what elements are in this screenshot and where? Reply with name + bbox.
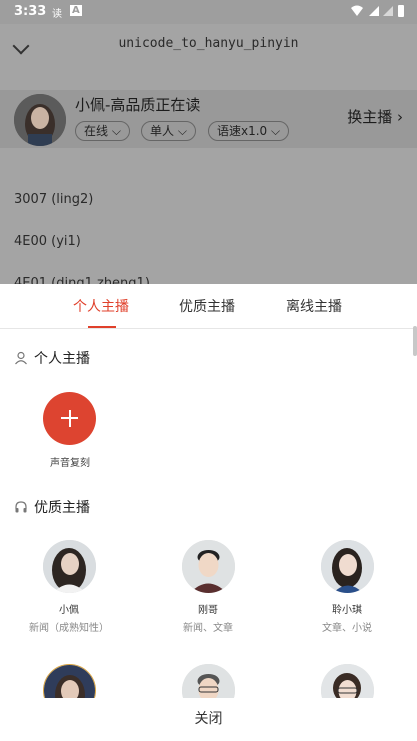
personal-section-label: 个人主播: [34, 351, 90, 367]
active-tab-indicator: [88, 326, 116, 328]
page-title: unicode_to_hanyu_pinyin: [118, 36, 299, 51]
wifi-signal-battery-icon: [351, 5, 404, 17]
status-icon-read: 读: [52, 9, 62, 20]
anchor-card[interactable]: 小佩 新闻（成熟知性）: [19, 540, 119, 634]
anchor-selection-sheet: 个人主播 优质主播 离线主播 个人主播 声音复刻 优质主播 小佩 新闻（成熟知性…: [0, 284, 417, 741]
close-button[interactable]: 关闭: [0, 698, 417, 741]
anchor-desc: 文章、小说: [322, 623, 372, 634]
status-bar: 3:33 读 A: [0, 0, 417, 24]
speed-chip[interactable]: 语速x1.0 ⌵: [208, 121, 290, 141]
quality-section-label: 优质主播: [34, 500, 90, 516]
status-icon-a: A: [70, 5, 82, 16]
anchor-name: 小佩: [59, 605, 79, 616]
personal-section-title: 个人主播: [14, 348, 90, 368]
avatar: [181, 540, 235, 593]
quality-section-title: 优质主播: [14, 497, 90, 517]
anchor-card[interactable]: 刚哥 新闻、文章: [158, 540, 258, 634]
anchor-desc: 新闻（成熟知性）: [29, 623, 109, 634]
current-voice-name: 小佩-高品质正在读: [75, 96, 201, 114]
voice-bar: 小佩-高品质正在读 在线 ⌵ 单人 ⌵ 语速x1.0 ⌵ 换主播 ›: [0, 90, 417, 148]
anchor-name: 聆小琪: [332, 605, 362, 616]
text-line: 3007 (ling2): [14, 192, 94, 207]
text-line: 4E01 (ding1,zheng1): [14, 276, 150, 284]
anchor-card[interactable]: 聆小琪 文章、小说: [297, 540, 397, 634]
headphones-icon: [14, 500, 28, 514]
avatar: [42, 540, 96, 593]
voice-clone-label: 声音复刻: [50, 458, 90, 469]
anchor-name: 刚哥: [198, 605, 218, 616]
tab-personal[interactable]: 个人主播: [73, 296, 129, 316]
person-icon: [14, 351, 28, 365]
text-line: 4E00 (yi1): [14, 234, 81, 249]
avatar[interactable]: [14, 94, 66, 146]
tab-quality[interactable]: 优质主播: [179, 296, 235, 316]
tab-offline[interactable]: 离线主播: [286, 296, 342, 316]
status-time: 3:33: [14, 4, 47, 19]
switch-anchor-button[interactable]: 换主播 ›: [347, 106, 403, 127]
tab-bar: 个人主播 优质主播 离线主播: [0, 284, 417, 329]
background-reader-page: unicode_to_hanyu_pinyin 小佩-高品质正在读 在线 ⌵ 单…: [0, 24, 417, 284]
single-chip[interactable]: 单人 ⌵: [141, 121, 196, 141]
status-right-icons: [349, 4, 407, 21]
avatar: [320, 540, 374, 593]
anchor-desc: 新闻、文章: [183, 623, 233, 634]
scrollbar[interactable]: [413, 326, 417, 356]
add-voice-clone-button[interactable]: [43, 392, 96, 445]
online-chip[interactable]: 在线 ⌵: [75, 121, 130, 141]
